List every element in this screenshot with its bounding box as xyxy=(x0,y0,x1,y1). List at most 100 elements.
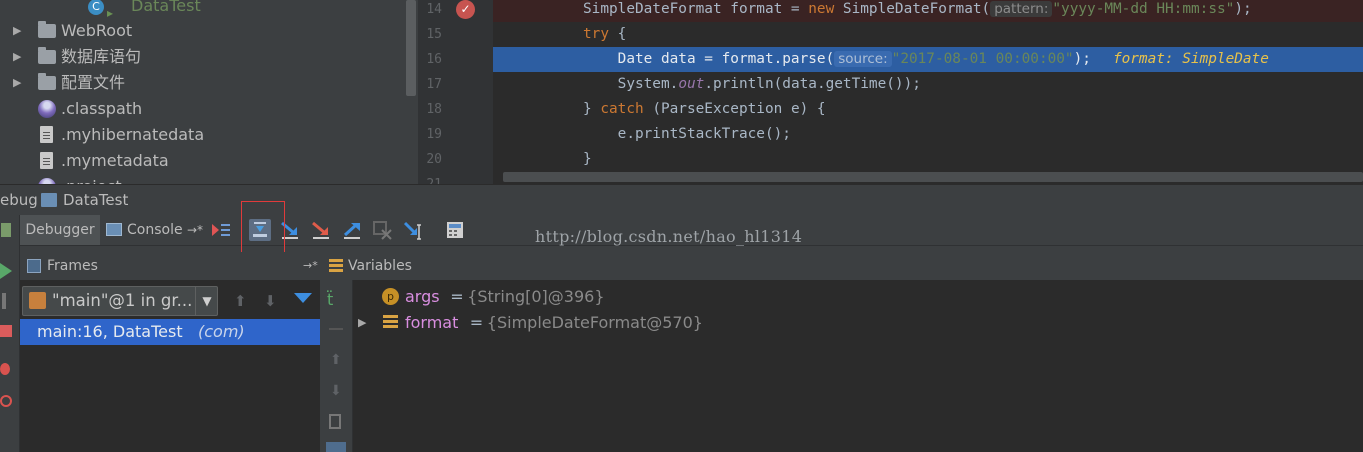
thread-icon xyxy=(29,292,46,309)
code-text: try { xyxy=(583,22,626,47)
view-breakpoints-icon[interactable] xyxy=(0,363,10,375)
code-line[interactable]: } catch (ParseException e) { xyxy=(493,97,1363,122)
code-editor[interactable]: SimpleDateFormat format = new SimpleDate… xyxy=(493,0,1363,184)
debug-config-name[interactable]: DataTest xyxy=(63,185,128,215)
show-execution-point-icon[interactable] xyxy=(210,219,232,241)
tree-item[interactable]: ▶ 配置文件 xyxy=(0,70,400,96)
variable-row[interactable]: ▶ format = {SimpleDateFormat@570} xyxy=(353,310,1353,336)
line-number: 18 xyxy=(426,102,442,117)
move-down-icon[interactable]: ⬇ xyxy=(330,383,342,399)
chevron-right-icon[interactable]: ▶ xyxy=(358,310,366,336)
remove-watch-icon[interactable] xyxy=(329,328,343,330)
highlight-box xyxy=(241,201,285,253)
tab-console[interactable]: Console xyxy=(127,215,183,245)
editor-horizontal-scrollbar[interactable] xyxy=(503,172,1363,182)
tree-item-label: 数据库语句 xyxy=(61,47,142,66)
watermark-text: http://blog.csdn.net/hao_hl1314 xyxy=(535,227,803,246)
line-number: 19 xyxy=(426,127,442,142)
eclipse-file-icon xyxy=(38,100,56,118)
code-text: System.out.println(data.getTime()); xyxy=(583,72,921,97)
variable-value: {SimpleDateFormat@570} xyxy=(486,313,703,332)
code-token: "yyyy-MM-dd HH:mm:ss" xyxy=(1052,1,1235,17)
line-number: 20 xyxy=(426,152,442,167)
line-number: 14 xyxy=(426,2,442,17)
frames-title: Frames xyxy=(47,258,98,274)
variable-name: format xyxy=(405,313,459,332)
code-token: "2017-08-01 00:00:00" xyxy=(891,51,1074,67)
code-token: SimpleDateFormat( xyxy=(834,1,991,17)
frames-pin-icon[interactable]: →* xyxy=(303,252,318,280)
code-line[interactable]: e.printStackTrace(); xyxy=(493,122,1363,147)
chevron-right-icon[interactable]: ▶ xyxy=(13,18,21,44)
variables-panel-header: Variables xyxy=(322,252,1363,281)
force-step-into-icon[interactable] xyxy=(310,219,332,241)
tab-debugger[interactable]: Debugger xyxy=(20,215,100,245)
pause-icon[interactable] xyxy=(2,293,6,309)
debug-side-toolbar xyxy=(0,215,20,452)
evaluate-expression-icon[interactable] xyxy=(444,219,466,241)
tree-item[interactable]: ▶ 数据库语句 xyxy=(0,44,400,70)
inline-debug-value: format: SimpleDate xyxy=(1112,51,1269,67)
parameter-hint: source: xyxy=(834,51,892,67)
resume-icon[interactable] xyxy=(0,263,12,279)
line-number: 15 xyxy=(426,27,442,42)
chevron-down-icon[interactable]: ▼ xyxy=(195,287,218,315)
code-token: (ParseException e) { xyxy=(643,101,826,117)
variable-name: args xyxy=(405,287,440,306)
frame-package: (com) xyxy=(198,322,245,341)
code-token: ); xyxy=(1073,51,1091,67)
folder-icon xyxy=(38,21,56,38)
filter-icon[interactable] xyxy=(294,293,312,303)
code-line[interactable]: try { xyxy=(493,22,1363,47)
stop-icon[interactable] xyxy=(0,325,12,337)
mute-breakpoints-icon[interactable] xyxy=(0,395,12,407)
variable-equals: = xyxy=(469,313,484,332)
thread-selector[interactable]: "main"@1 in gr... ▼ xyxy=(22,286,218,316)
frame-label: main:16, DataTest xyxy=(37,322,183,341)
code-line[interactable]: } xyxy=(493,147,1363,172)
code-text: } xyxy=(583,147,592,172)
code-token: ); xyxy=(1234,1,1252,17)
tree-item[interactable]: .mymetadata xyxy=(0,148,400,174)
code-token: } xyxy=(583,101,601,117)
tree-item[interactable]: .project xyxy=(0,174,400,184)
variable-value: {String[0]@396} xyxy=(467,287,605,306)
variables-panel: p args = {String[0]@396} ▶ format = {SimpleDate… xyxy=(353,280,1363,452)
chevron-right-icon[interactable]: ▶ xyxy=(13,70,21,96)
new-watch-icon[interactable]: ẗ xyxy=(327,290,333,309)
drop-frame-icon[interactable] xyxy=(372,219,394,241)
variable-row[interactable]: p args = {String[0]@396} xyxy=(353,284,1353,310)
code-line[interactable]: SimpleDateFormat format = new SimpleDate… xyxy=(493,0,1363,22)
chevron-right-icon[interactable]: ▶ xyxy=(13,44,21,70)
debug-tool-window-title: ebug xyxy=(0,191,38,209)
tree-item[interactable]: .myhibernatedata xyxy=(0,122,400,148)
copy-icon[interactable] xyxy=(329,414,341,429)
move-up-icon[interactable]: ⬆ xyxy=(330,352,342,368)
breakpoint-icon[interactable] xyxy=(456,0,475,19)
file-icon xyxy=(40,126,53,143)
frames-icon xyxy=(27,259,41,273)
tree-item[interactable]: ▶ WebRoot xyxy=(0,18,400,44)
frame-down-icon[interactable]: ⬇ xyxy=(264,292,277,310)
run-to-cursor-icon[interactable] xyxy=(403,219,425,241)
variables-side-toolbar: ẗ ⬆ ⬇ xyxy=(322,280,353,452)
execution-line[interactable]: Date data = format.parse(source: "2017-08… xyxy=(493,47,1363,72)
variable-equals: = xyxy=(450,287,464,306)
frames-panel-header: Frames →* xyxy=(20,252,320,281)
frame-up-icon[interactable]: ⬆ xyxy=(234,292,247,310)
show-types-icon[interactable] xyxy=(326,442,346,452)
frame-row-selected[interactable]: main:16, DataTest (com) xyxy=(20,319,320,345)
code-token: .println(data.getTime()); xyxy=(704,76,921,92)
code-token: System. xyxy=(583,76,679,92)
tree-item-label: .project xyxy=(61,174,122,184)
rerun-icon[interactable] xyxy=(1,223,11,237)
code-line[interactable]: System.out.println(data.getTime()); xyxy=(493,72,1363,97)
thread-label: "main"@1 in gr... xyxy=(52,291,193,310)
step-out-icon[interactable] xyxy=(341,219,363,241)
tree-scrollbar[interactable] xyxy=(406,0,416,96)
tree-item[interactable]: .classpath xyxy=(0,96,400,122)
line-number: 17 xyxy=(426,77,442,92)
console-pin-icon[interactable]: →* xyxy=(187,215,203,245)
code-token: Date data = format.parse( xyxy=(583,51,835,67)
line-number: 16 xyxy=(426,52,442,67)
